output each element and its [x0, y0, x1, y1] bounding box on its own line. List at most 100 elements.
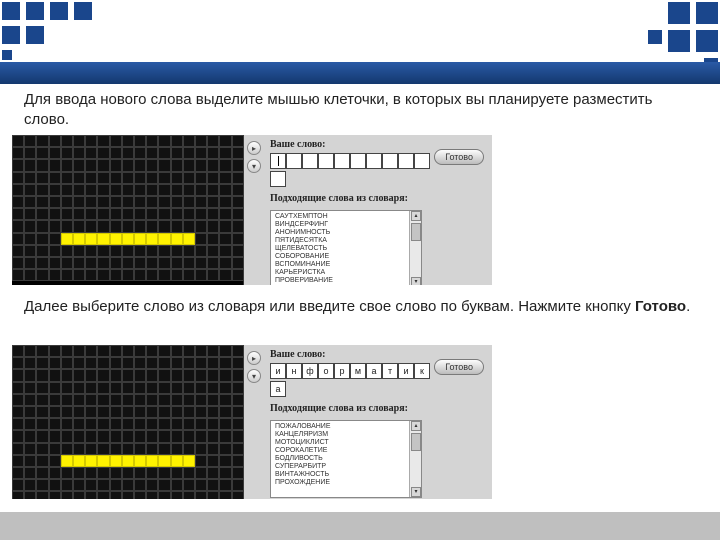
dictionary-item[interactable]: ПРОВЕРИВАНИЕ: [275, 277, 417, 285]
grid-cell[interactable]: [158, 479, 170, 491]
grid-cell[interactable]: [219, 345, 231, 357]
grid-cell[interactable]: [232, 382, 244, 394]
grid-cell[interactable]: [219, 196, 231, 208]
grid-cell[interactable]: [219, 406, 231, 418]
letter-cell[interactable]: к: [414, 363, 430, 379]
grid-cell[interactable]: [110, 394, 122, 406]
grid-cell[interactable]: [134, 257, 146, 269]
grid-cell[interactable]: [97, 443, 109, 455]
grid-cell[interactable]: [110, 269, 122, 281]
grid-cell[interactable]: [158, 467, 170, 479]
grid-cell[interactable]: [24, 406, 36, 418]
grid-cell[interactable]: [36, 245, 48, 257]
grid-cell[interactable]: [36, 491, 48, 499]
grid-cell[interactable]: [36, 455, 48, 467]
grid-cell[interactable]: [85, 382, 97, 394]
grid-cell[interactable]: [183, 357, 195, 369]
grid-cell[interactable]: [73, 147, 85, 159]
grid-cell[interactable]: [97, 369, 109, 381]
grid-cell[interactable]: [134, 467, 146, 479]
grid-cell[interactable]: [183, 394, 195, 406]
grid-cell[interactable]: [85, 369, 97, 381]
grid-cell[interactable]: [12, 382, 24, 394]
grid-cell[interactable]: [122, 208, 134, 220]
scroll-up-icon[interactable]: ▴: [411, 211, 421, 221]
grid-cell[interactable]: [61, 394, 73, 406]
grid-cell[interactable]: [24, 418, 36, 430]
grid-cell[interactable]: [232, 269, 244, 281]
grid-cell[interactable]: [134, 394, 146, 406]
grid-cell[interactable]: [49, 455, 61, 467]
grid-cell[interactable]: [110, 443, 122, 455]
grid-cell[interactable]: [85, 147, 97, 159]
letter-row-2[interactable]: а: [270, 381, 486, 397]
grid-cell[interactable]: [195, 269, 207, 281]
grid-cell[interactable]: [195, 233, 207, 245]
grid-cell[interactable]: [171, 208, 183, 220]
grid-cell[interactable]: [36, 369, 48, 381]
grid-cell[interactable]: [146, 455, 158, 467]
grid-cell[interactable]: [219, 418, 231, 430]
grid-cell[interactable]: [134, 269, 146, 281]
grid-cell[interactable]: [36, 382, 48, 394]
letter-cell[interactable]: м: [350, 363, 366, 379]
grid-cell[interactable]: [134, 406, 146, 418]
grid-cell[interactable]: [183, 196, 195, 208]
letter-cell[interactable]: [286, 153, 302, 169]
grid-cell[interactable]: [122, 345, 134, 357]
grid-cell[interactable]: [195, 479, 207, 491]
grid-cell[interactable]: [122, 269, 134, 281]
grid-cell[interactable]: [73, 394, 85, 406]
grid-cell[interactable]: [24, 196, 36, 208]
grid-cell[interactable]: [12, 257, 24, 269]
grid-cell[interactable]: [97, 208, 109, 220]
grid-cell[interactable]: [232, 430, 244, 442]
grid-cell[interactable]: [24, 443, 36, 455]
grid-cell[interactable]: [183, 406, 195, 418]
grid-cell[interactable]: [171, 135, 183, 147]
grid-cell[interactable]: [219, 184, 231, 196]
grid-cell[interactable]: [12, 369, 24, 381]
grid-cell[interactable]: [219, 455, 231, 467]
ready-button[interactable]: Готово: [434, 149, 484, 165]
grid-cell[interactable]: [73, 455, 85, 467]
dictionary-item[interactable]: КАНЦЕЛЯРИЗМ: [275, 431, 417, 439]
grid-cell[interactable]: [61, 491, 73, 499]
arrow-right-button[interactable]: ▸: [247, 141, 261, 155]
grid-cell[interactable]: [207, 269, 219, 281]
grid-cell[interactable]: [195, 406, 207, 418]
grid-cell[interactable]: [24, 147, 36, 159]
grid-cell[interactable]: [219, 172, 231, 184]
grid-cell[interactable]: [158, 196, 170, 208]
grid-cell[interactable]: [110, 357, 122, 369]
letter-cell[interactable]: [318, 153, 334, 169]
grid-cell[interactable]: [134, 172, 146, 184]
grid-cell[interactable]: [158, 382, 170, 394]
grid-cell[interactable]: [183, 269, 195, 281]
grid-cell[interactable]: [61, 467, 73, 479]
grid-cell[interactable]: [158, 394, 170, 406]
grid-cell[interactable]: [24, 382, 36, 394]
grid-cell[interactable]: [73, 467, 85, 479]
grid-cell[interactable]: [61, 184, 73, 196]
grid-cell[interactable]: [49, 245, 61, 257]
dictionary-item[interactable]: ПОЖАЛОВАНИЕ: [275, 423, 417, 431]
letter-cell[interactable]: [366, 153, 382, 169]
grid-cell[interactable]: [24, 269, 36, 281]
grid-cell[interactable]: [134, 159, 146, 171]
grid-cell[interactable]: [183, 345, 195, 357]
grid-cell[interactable]: [195, 394, 207, 406]
grid-cell[interactable]: [122, 443, 134, 455]
grid-cell[interactable]: [24, 479, 36, 491]
grid-cell[interactable]: [134, 196, 146, 208]
grid-cell[interactable]: [207, 220, 219, 232]
grid-cell[interactable]: [171, 196, 183, 208]
grid-cell[interactable]: [232, 135, 244, 147]
grid-cell[interactable]: [183, 491, 195, 499]
grid-cell[interactable]: [232, 147, 244, 159]
grid-cell[interactable]: [110, 172, 122, 184]
grid-cell[interactable]: [73, 369, 85, 381]
grid-cell[interactable]: [207, 418, 219, 430]
grid-cell[interactable]: [195, 245, 207, 257]
letter-cell[interactable]: [270, 171, 286, 187]
